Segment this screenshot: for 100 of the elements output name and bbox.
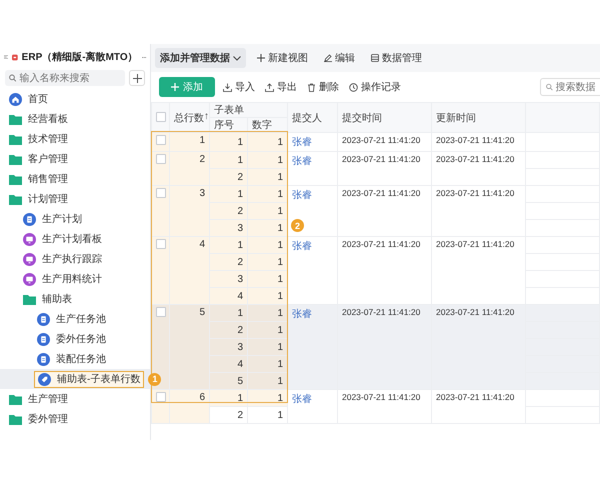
- nav-item[interactable]: 销售管理: [6, 170, 71, 188]
- nav-item[interactable]: 生产执行跟踪: [20, 250, 105, 268]
- table-cell: 3: [237, 274, 243, 284]
- table-cell: 2023-07-21 11:41:20: [436, 239, 514, 249]
- nav-item[interactable]: 委外任务池: [34, 330, 109, 348]
- column-header: 提交人: [292, 112, 322, 124]
- table-cell: 2: [237, 410, 243, 420]
- table-cell: 4: [199, 239, 205, 250]
- checkbox[interactable]: [156, 154, 166, 164]
- column-header: 总行数: [174, 112, 204, 124]
- table-cell: 1: [277, 358, 283, 370]
- checkbox[interactable]: [156, 239, 166, 250]
- plus-icon: [171, 83, 179, 91]
- user-link[interactable]: 张睿: [292, 156, 312, 167]
- folder-icon: [9, 414, 22, 424]
- table-cell: 1: [237, 308, 243, 318]
- table-cell: 2: [237, 206, 243, 216]
- toolbar-tab[interactable]: 新建视图: [252, 48, 313, 68]
- table-cell: 2023-07-21 11:41:20: [436, 135, 514, 145]
- table-cell: 1: [277, 376, 283, 386]
- add-icon[interactable]: [129, 70, 145, 86]
- table-cell: 1: [237, 240, 243, 250]
- table-cell: 1: [237, 188, 243, 200]
- toolbar-tab[interactable]: 数据管理: [366, 48, 427, 68]
- checkbox[interactable]: [156, 112, 166, 122]
- toolbar-button[interactable]: 导入: [221, 78, 257, 96]
- tag-icon: [38, 372, 51, 386]
- table-cell: 2023-07-21 11:41:20: [342, 135, 420, 145]
- import-icon: [223, 82, 232, 92]
- table-cell: 1: [277, 206, 283, 216]
- column-header: 序号: [214, 120, 234, 131]
- export-icon: [265, 82, 274, 92]
- search-icon: [546, 83, 553, 91]
- clock-icon: [349, 82, 358, 92]
- table-cell: 1: [277, 308, 283, 318]
- table-cell: 5: [237, 376, 243, 386]
- checkbox[interactable]: [156, 135, 166, 146]
- user-link[interactable]: 张睿: [292, 394, 312, 405]
- table-cell: 5: [199, 307, 205, 318]
- document-icon: [37, 312, 50, 326]
- checkbox[interactable]: [156, 188, 166, 198]
- table-cell: 1: [277, 274, 283, 284]
- toolbar-tab[interactable]: 添加并管理数据: [155, 48, 246, 68]
- app-title: ERP（精细版-离散MTO）: [22, 50, 138, 64]
- checkbox[interactable]: [156, 392, 166, 402]
- nav-item[interactable]: 生产任务池: [34, 310, 109, 328]
- folder-icon: [9, 134, 22, 144]
- plus-icon: [257, 54, 265, 62]
- nav-item[interactable]: 委外管理: [6, 410, 71, 428]
- sort-arrow[interactable]: ↑: [204, 110, 208, 124]
- table-cell: 1: [277, 136, 283, 148]
- table-cell: 4: [237, 358, 243, 370]
- checkbox[interactable]: [156, 307, 166, 318]
- table-cell: 1: [237, 154, 243, 166]
- nav-item[interactable]: 辅助表: [20, 290, 75, 308]
- user-link[interactable]: 张睿: [292, 241, 312, 252]
- document-icon: [37, 332, 50, 346]
- nav-item[interactable]: 装配任务池: [34, 350, 109, 368]
- nav-item[interactable]: 生产计划: [20, 210, 85, 228]
- table-cell: 1: [277, 256, 283, 268]
- table-cell: 1: [277, 392, 283, 404]
- document-icon: [37, 352, 50, 366]
- table-cell: 2023-07-21 11:41:20: [342, 154, 420, 164]
- nav-item[interactable]: 生产用料统计: [20, 270, 105, 288]
- toolbar-button[interactable]: 导出: [263, 78, 299, 96]
- screen-icon: [23, 232, 36, 246]
- nav-item[interactable]: 辅助表-子表单行数: [34, 370, 144, 388]
- screen-icon: [23, 252, 36, 266]
- table-cell: 1: [277, 290, 283, 302]
- toolbar-tab[interactable]: 编辑: [319, 48, 360, 68]
- folder-icon: [9, 154, 22, 164]
- table-cell: 2: [237, 172, 243, 182]
- table-cell: 1: [237, 136, 243, 148]
- table-cell: 2023-07-21 11:41:20: [342, 307, 420, 317]
- column-header: 数字: [252, 120, 272, 131]
- nav-item[interactable]: 首页: [6, 90, 51, 108]
- folder-icon: [9, 194, 22, 204]
- user-link[interactable]: 张睿: [292, 190, 312, 201]
- table-cell: 2023-07-21 11:41:20: [436, 307, 514, 317]
- folder-icon: [9, 394, 22, 404]
- toolbar-button[interactable]: 操作记录: [347, 78, 403, 96]
- nav-item[interactable]: 经营看板: [6, 110, 71, 128]
- nav-item[interactable]: 客户管理: [6, 150, 71, 168]
- search-field[interactable]: 输入名称来搜索: [5, 70, 125, 86]
- pencil-icon: [324, 54, 332, 62]
- search-field[interactable]: 搜索数据: [540, 78, 600, 96]
- nav-item[interactable]: 技术管理: [6, 130, 71, 148]
- nav-item[interactable]: 生产计划看板: [20, 230, 105, 248]
- nav-item[interactable]: 计划管理: [6, 190, 71, 208]
- table-cell: 6: [199, 392, 205, 403]
- table-cell: 1: [277, 188, 283, 200]
- table-cell: 2023-07-21 11:41:20: [342, 239, 420, 249]
- table-cell: 4: [237, 290, 243, 302]
- table-cell: 1: [277, 324, 283, 336]
- chevron-down-icon: [233, 56, 241, 60]
- table-cell: 2023-07-21 11:41:20: [436, 392, 514, 402]
- toolbar-button[interactable]: 删除: [305, 78, 341, 96]
- user-link[interactable]: 张睿: [292, 309, 312, 320]
- nav-item[interactable]: 生产管理: [6, 390, 71, 408]
- database-icon: [371, 54, 379, 62]
